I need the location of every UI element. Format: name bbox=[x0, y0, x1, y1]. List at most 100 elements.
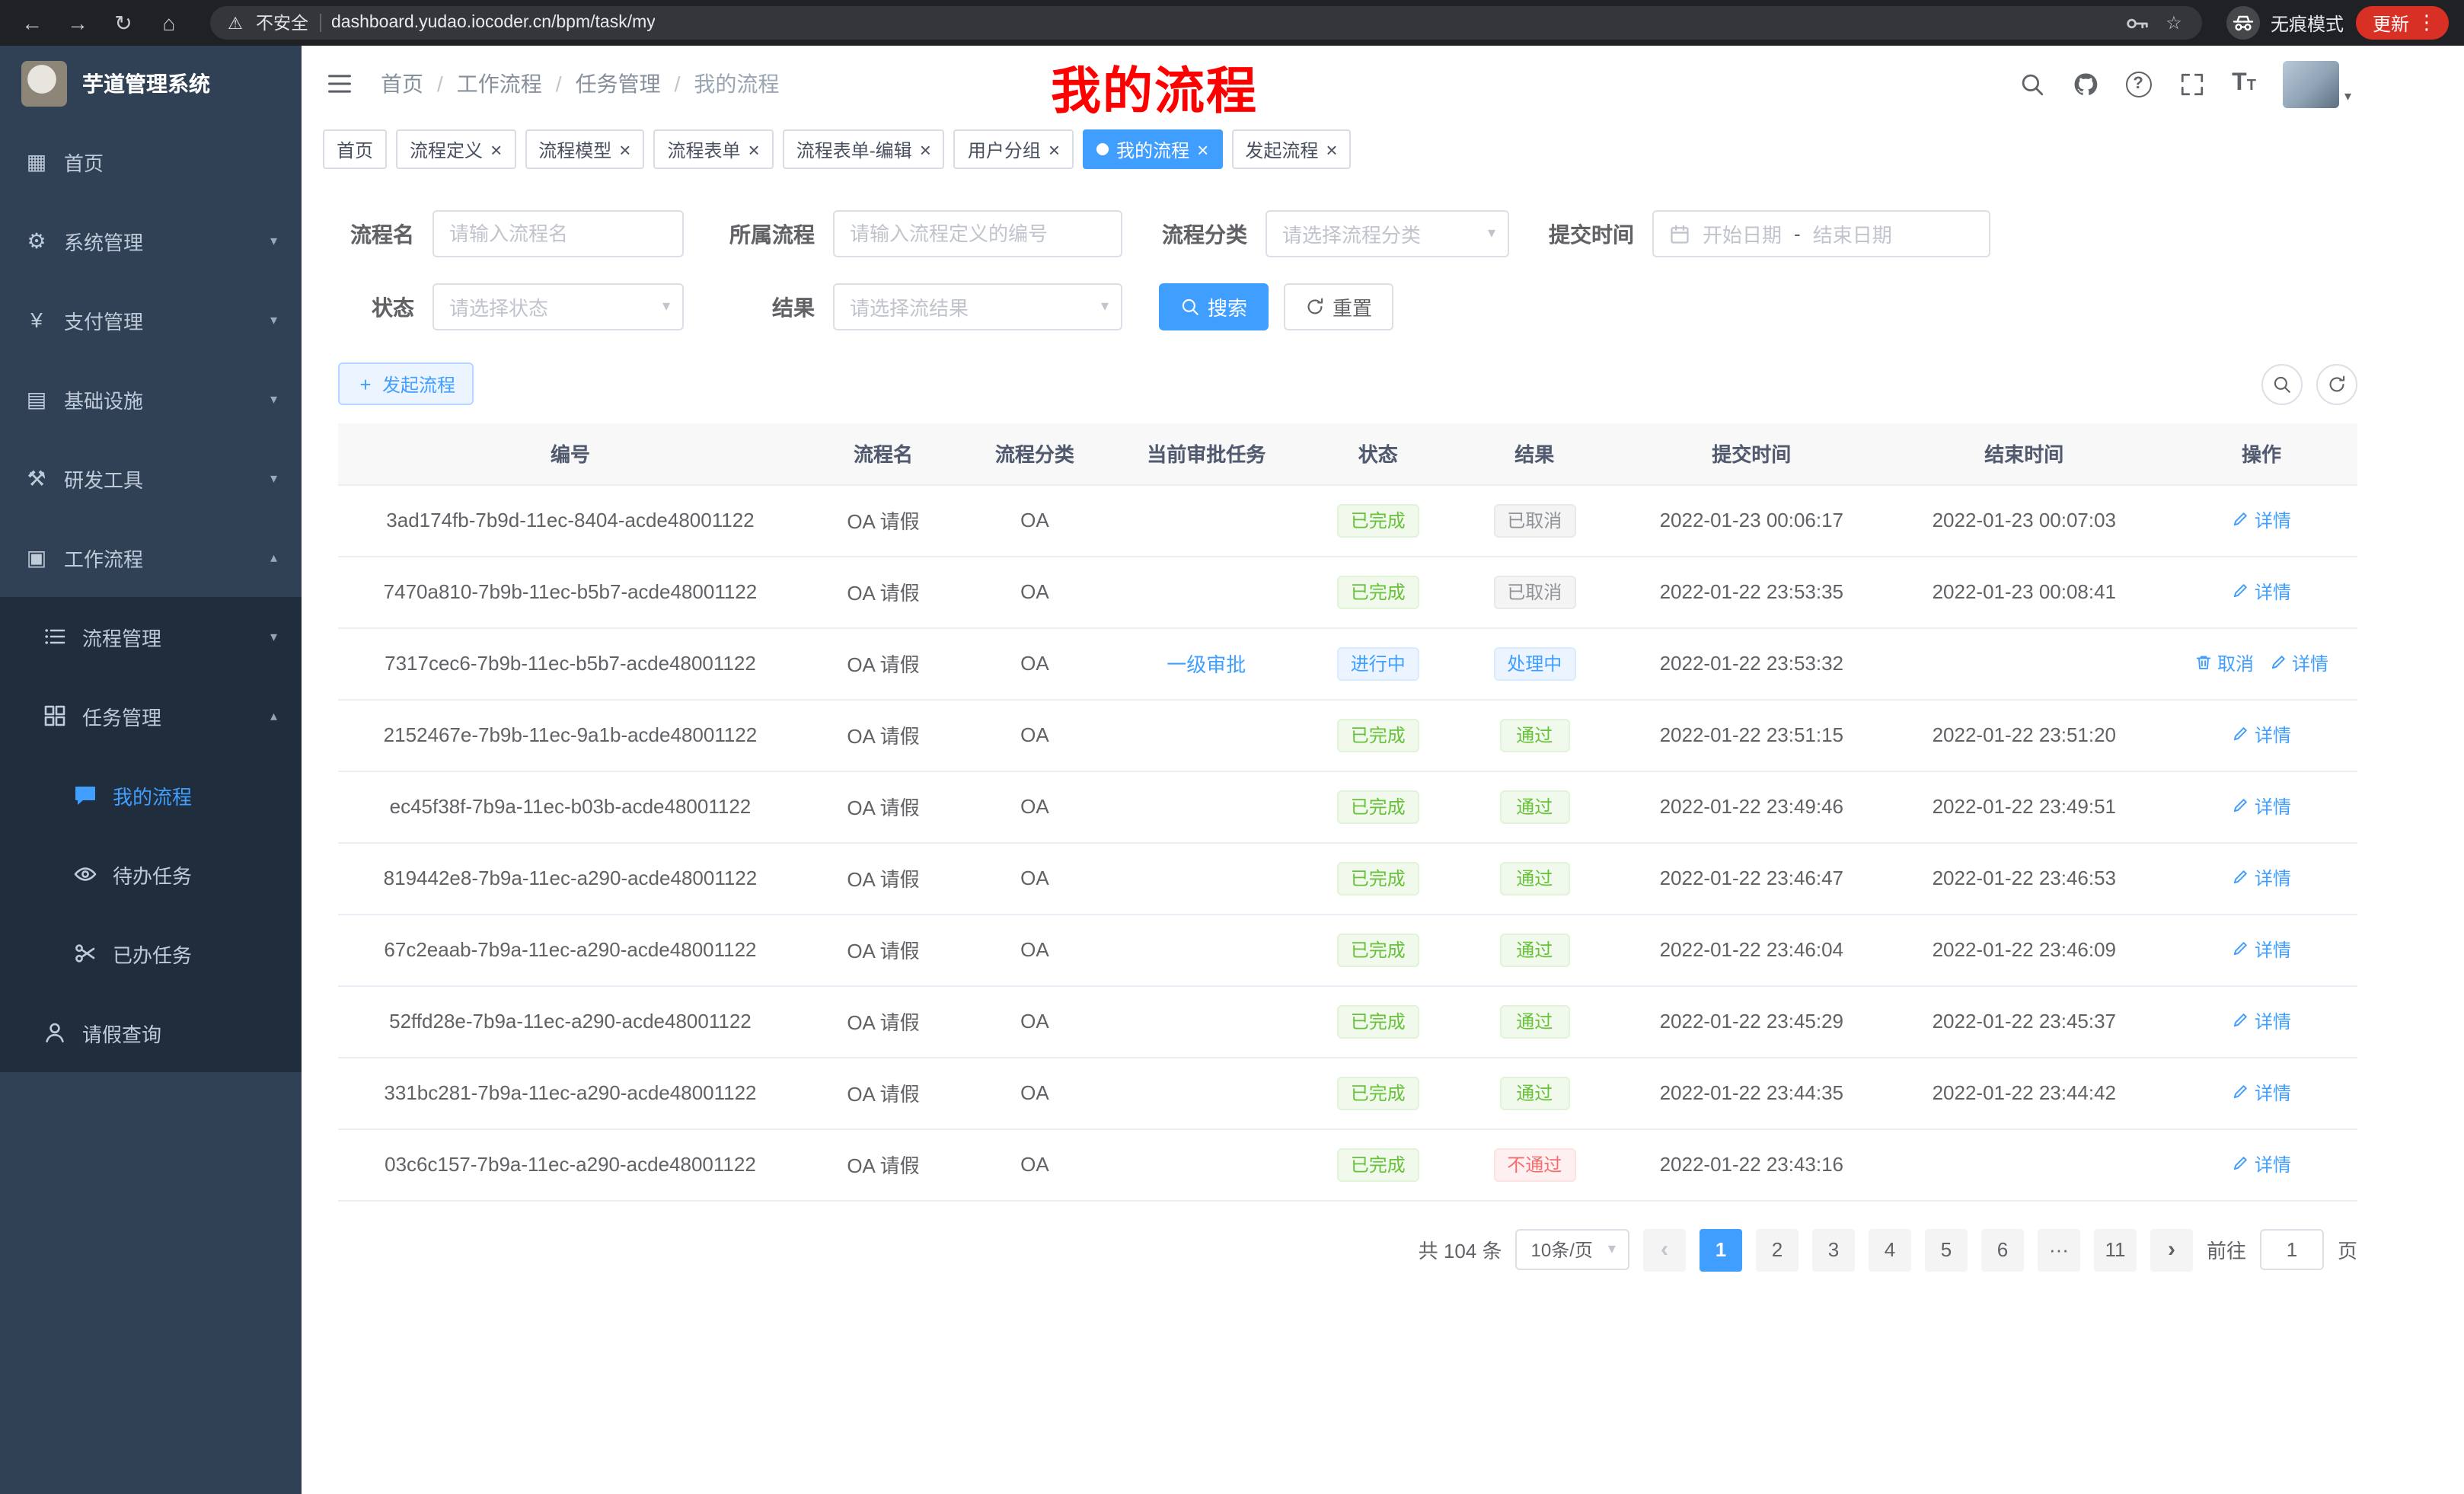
search-button[interactable]: 搜索 bbox=[1159, 283, 1269, 330]
tab-process-model[interactable]: 流程模型× bbox=[525, 129, 644, 169]
github-icon[interactable] bbox=[2072, 71, 2098, 97]
category-label: 流程分类 bbox=[1159, 219, 1247, 249]
tab-process-form[interactable]: 流程表单 × bbox=[653, 129, 773, 169]
page-button-2[interactable]: 2 bbox=[1756, 1228, 1799, 1271]
search-icon[interactable] bbox=[2019, 71, 2044, 97]
page-button-11[interactable]: 11 bbox=[2094, 1228, 2137, 1271]
reload-icon[interactable]: ↻ bbox=[107, 6, 140, 40]
table-toolbar: + 发起流程 bbox=[302, 356, 2464, 405]
cell-result: 通过 bbox=[1449, 914, 1620, 985]
close-icon[interactable]: × bbox=[1048, 139, 1060, 159]
start-process-button[interactable]: + 发起流程 bbox=[338, 362, 474, 405]
fullscreen-icon[interactable] bbox=[2178, 71, 2204, 97]
status-select[interactable]: 请选择状态 ▾ bbox=[432, 283, 684, 330]
process-name-input[interactable] bbox=[432, 210, 684, 257]
cell-end-time: 2022-01-23 00:08:41 bbox=[1883, 556, 2166, 627]
cancel-action[interactable]: 取消 bbox=[2194, 650, 2254, 676]
close-icon[interactable]: × bbox=[1326, 139, 1337, 159]
close-icon[interactable]: × bbox=[490, 139, 502, 159]
page-button-4[interactable]: 4 bbox=[1869, 1228, 1911, 1271]
date-end-placeholder: 结束日期 bbox=[1813, 219, 1892, 248]
goto-page-input[interactable] bbox=[2260, 1229, 2324, 1270]
close-icon[interactable]: × bbox=[748, 139, 760, 159]
browser-home-icon[interactable]: ⌂ bbox=[152, 6, 186, 40]
page-button-6[interactable]: 6 bbox=[1981, 1228, 2024, 1271]
sidebar-item-infrastructure[interactable]: ▤基础设施▾ bbox=[0, 359, 302, 439]
detail-action[interactable]: 详情 bbox=[2232, 937, 2291, 962]
cell-id: 67c2eaab-7b9a-11ec-a290-acde48001122 bbox=[338, 914, 803, 985]
font-size-icon[interactable]: TT bbox=[2232, 70, 2256, 97]
tab-my-process[interactable]: 我的流程× bbox=[1083, 129, 1222, 169]
tab-start-process[interactable]: 发起流程× bbox=[1231, 129, 1351, 169]
tab-home[interactable]: 首页 bbox=[323, 129, 387, 169]
help-icon[interactable]: ? bbox=[2125, 71, 2151, 97]
reset-button[interactable]: 重置 bbox=[1284, 283, 1393, 330]
sidebar-item-devtools[interactable]: ⚒研发工具▾ bbox=[0, 439, 302, 518]
result-badge: 已取消 bbox=[1493, 503, 1575, 537]
sidebar-item-todo-tasks[interactable]: 待办任务 bbox=[0, 835, 302, 914]
detail-action[interactable]: 详情 bbox=[2232, 507, 2291, 533]
next-page-button[interactable]: › bbox=[2150, 1228, 2193, 1271]
plus-icon: + bbox=[356, 375, 375, 393]
sidebar-item-task-mgmt[interactable]: 任务管理▴ bbox=[0, 676, 302, 755]
sidebar-item-home[interactable]: ▦首页 bbox=[0, 122, 302, 201]
detail-action[interactable]: 详情 bbox=[2232, 865, 2291, 891]
password-key-icon[interactable] bbox=[2124, 10, 2150, 36]
more-menu-icon[interactable]: ⋮ bbox=[2417, 11, 2437, 35]
detail-action[interactable]: 详情 bbox=[2232, 793, 2291, 819]
current-task-link[interactable]: 一级审批 bbox=[1167, 653, 1246, 676]
detail-action[interactable]: 详情 bbox=[2232, 722, 2291, 748]
avatar[interactable] bbox=[2284, 60, 2340, 107]
sidebar-item-my-process[interactable]: 我的流程 bbox=[0, 755, 302, 835]
detail-action-label: 详情 bbox=[2255, 722, 2291, 748]
page-ellipsis[interactable]: ··· bbox=[2038, 1228, 2080, 1271]
tab-user-group[interactable]: 用户分组 × bbox=[954, 129, 1074, 169]
owner-process-input[interactable] bbox=[833, 210, 1122, 257]
table-refresh-button[interactable] bbox=[2316, 363, 2357, 404]
url-text[interactable]: dashboard.yudao.iocoder.cn/bpm/task/my bbox=[331, 14, 656, 32]
sidebar-item-process-mgmt[interactable]: 流程管理▾ bbox=[0, 597, 302, 676]
detail-action[interactable]: 详情 bbox=[2232, 579, 2291, 605]
sidebar-item-leave-query[interactable]: 请假查询 bbox=[0, 993, 302, 1072]
cancel-action-label: 取消 bbox=[2217, 650, 2254, 676]
result-select[interactable]: 请选择流结果 ▾ bbox=[833, 283, 1122, 330]
category-select[interactable]: 请选择流程分类 ▾ bbox=[1266, 210, 1509, 257]
detail-action[interactable]: 详情 bbox=[2232, 1080, 2291, 1106]
sidebar-item-payment[interactable]: ¥支付管理▾ bbox=[0, 280, 302, 359]
page-button-1[interactable]: 1 bbox=[1700, 1228, 1742, 1271]
close-icon[interactable]: × bbox=[619, 139, 630, 159]
breadcrumb-item[interactable]: 首页 bbox=[381, 69, 423, 99]
sidebar-item-system[interactable]: ⚙系统管理▾ bbox=[0, 201, 302, 280]
process-name-label: 流程名 bbox=[338, 219, 414, 249]
tab-label: 用户分组 bbox=[968, 136, 1041, 162]
tab-process-definition[interactable]: 流程定义× bbox=[396, 129, 515, 169]
tab-process-form-edit[interactable]: 流程表单-编辑× bbox=[783, 129, 945, 169]
cell-current-task bbox=[1106, 771, 1307, 842]
status-badge: 已完成 bbox=[1337, 1004, 1419, 1038]
breadcrumb-item[interactable]: 任务管理 bbox=[576, 69, 661, 99]
url-bar[interactable]: ⚠ 不安全 dashboard.yudao.iocoder.cn/bpm/tas… bbox=[210, 6, 2202, 40]
tab-label: 流程表单 bbox=[667, 136, 740, 162]
hamburger-icon[interactable] bbox=[326, 70, 353, 97]
submit-time-range-picker[interactable]: 开始日期 - 结束日期 bbox=[1652, 210, 1990, 257]
breadcrumb-item[interactable]: 工作流程 bbox=[457, 69, 542, 99]
back-icon[interactable]: ← bbox=[15, 6, 49, 40]
prev-page-button[interactable]: ‹ bbox=[1643, 1228, 1686, 1271]
close-icon[interactable]: × bbox=[1197, 139, 1208, 159]
security-label[interactable]: 不安全 bbox=[256, 11, 308, 35]
page-button-3[interactable]: 3 bbox=[1812, 1228, 1855, 1271]
table-search-button[interactable] bbox=[2261, 363, 2303, 404]
bookmark-star-icon[interactable]: ☆ bbox=[2161, 10, 2187, 36]
detail-action[interactable]: 详情 bbox=[2269, 650, 2328, 676]
update-button[interactable]: 更新 ⋮ bbox=[2356, 6, 2449, 40]
page-button-5[interactable]: 5 bbox=[1925, 1228, 1968, 1271]
close-icon[interactable]: × bbox=[920, 139, 931, 159]
forward-icon[interactable]: → bbox=[61, 6, 94, 40]
cell-process-name: OA 请假 bbox=[803, 484, 964, 556]
sidebar-item-workflow[interactable]: ▣工作流程▴ bbox=[0, 518, 302, 597]
sidebar-item-done-tasks[interactable]: 已办任务 bbox=[0, 914, 302, 993]
cell-status: 已完成 bbox=[1307, 771, 1449, 842]
page-size-select[interactable]: 10条/页▾ bbox=[1516, 1229, 1629, 1270]
detail-action[interactable]: 详情 bbox=[2232, 1008, 2291, 1034]
detail-action[interactable]: 详情 bbox=[2232, 1151, 2291, 1177]
